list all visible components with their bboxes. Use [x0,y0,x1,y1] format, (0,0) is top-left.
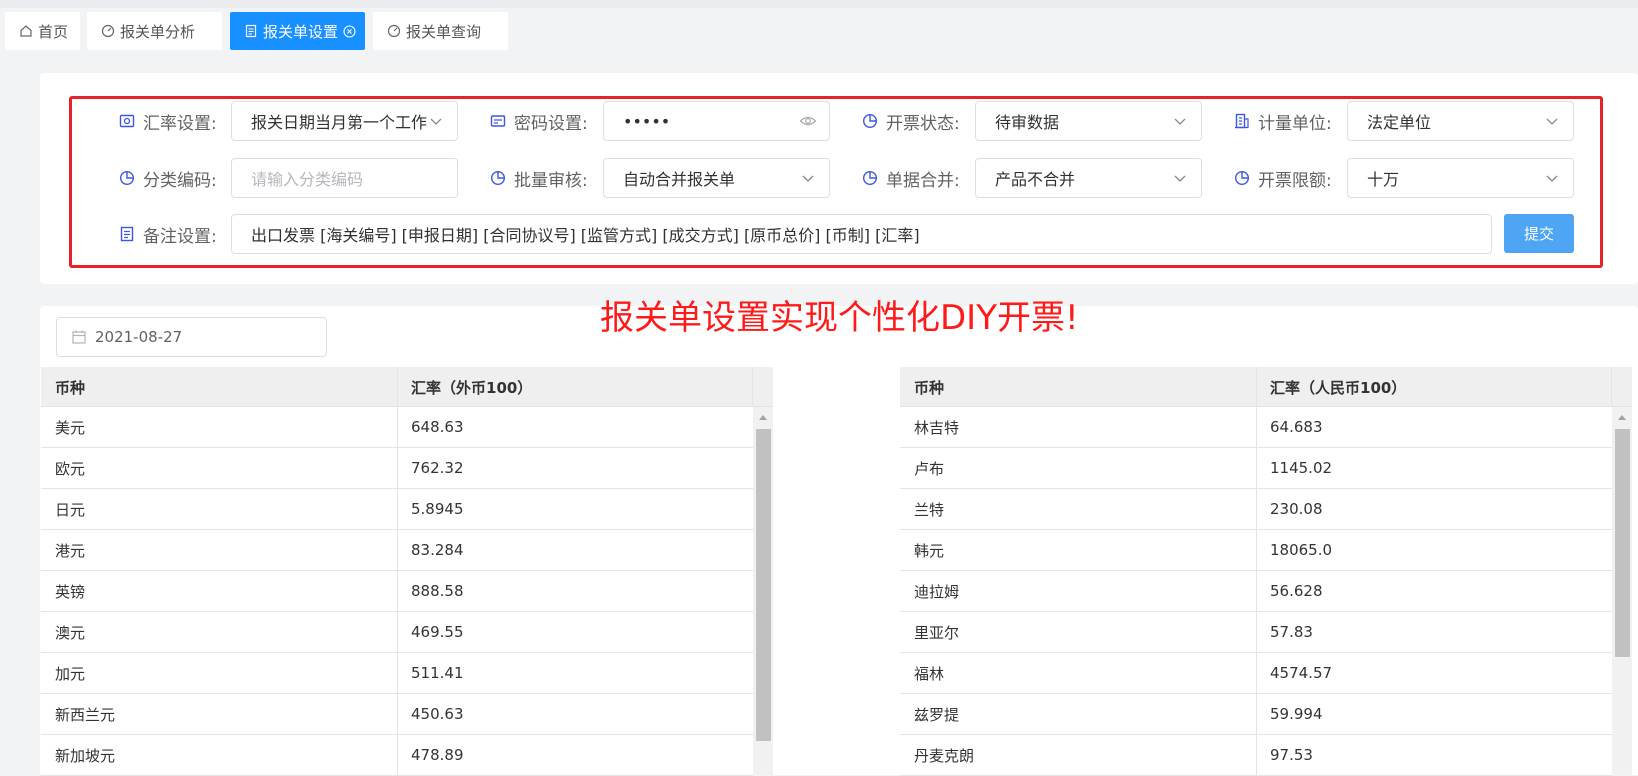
tab-analysis[interactable]: 报关单分析 [87,12,222,50]
merge-label: 单据合并: [862,158,960,198]
table-row[interactable]: 迪拉姆 56.628 [900,571,1612,612]
pie-chart-icon [119,170,135,186]
pie-chart-icon [490,170,506,186]
tab-home[interactable]: 首页 [5,12,80,50]
pie-chart-icon [862,113,878,129]
home-icon [19,24,33,38]
tab-label: 报关单设置 [263,22,339,41]
table-row[interactable]: 林吉特 64.683 [900,407,1612,448]
exchange-icon [119,113,135,129]
column-divider [1256,367,1257,407]
category-code-label: 分类编码: [119,158,217,198]
column-divider [1611,367,1612,407]
table-row[interactable]: 美元 648.63 [41,407,753,448]
tab-settings[interactable]: 报关单设置 [230,12,365,50]
unit-select[interactable]: 法定单位 [1347,101,1574,141]
calendar-icon [71,329,87,345]
column-divider [397,367,398,407]
table-row[interactable]: 日元 5.8945 [41,489,753,530]
batch-review-select[interactable]: 自动合并报关单 [603,158,830,198]
table-row[interactable]: 英镑 888.58 [41,571,753,612]
column-divider [752,367,753,407]
unit-label: 计量单位: [1234,101,1332,141]
eye-icon[interactable] [799,112,817,130]
invoice-limit-label: 开票限额: [1234,158,1332,198]
close-icon[interactable] [343,24,356,38]
table-row[interactable]: 卢布 1145.02 [900,448,1612,489]
password-setting-label: 密码设置: [490,101,588,141]
chevron-down-icon [429,114,443,128]
table-row[interactable]: 丹麦克朗 97.53 [900,735,1612,776]
table-header: 币种 汇率（人民币100） [900,367,1632,407]
scrollbar-thumb[interactable] [1615,429,1630,657]
scroll-up-arrow[interactable] [759,415,767,420]
column-header-rate: 汇率（人民币100） [1270,378,1407,397]
document-icon [244,24,258,38]
dashboard-icon [387,24,401,38]
merge-select[interactable]: 产品不合并 [975,158,1202,198]
pie-chart-icon [862,170,878,186]
table-row[interactable]: 兹罗提 59.994 [900,694,1612,735]
table-header: 币种 汇率（外币100） [41,367,773,407]
table-row[interactable]: 福林 4574.57 [900,653,1612,694]
category-code-input[interactable]: 请输入分类编码 [231,158,458,198]
table-row[interactable]: 新加坡元 478.89 [41,735,753,776]
dashboard-icon [101,24,115,38]
remark-input[interactable]: 出口发票 [海关编号] [申报日期] [合同协议号] [监管方式] [成交方式]… [231,214,1492,254]
chevron-down-icon [1545,171,1559,185]
tab-label: 报关单分析 [120,22,196,41]
table-row[interactable]: 港元 83.284 [41,530,753,571]
scrollbar-thumb[interactable] [756,429,771,741]
tab-label: 报关单查询 [406,22,482,41]
table-row[interactable]: 里亚尔 57.83 [900,612,1612,653]
tab-label: 首页 [38,22,69,41]
table-row[interactable]: 澳元 469.55 [41,612,753,653]
batch-review-label: 批量审核: [490,158,588,198]
invoice-status-select[interactable]: 待审数据 [975,101,1202,141]
card-icon [490,113,506,129]
column-header-rate: 汇率（外币100） [411,378,533,397]
remark-label: 备注设置: [119,214,217,254]
building-icon [1234,113,1250,129]
rate-setting-label: 汇率设置: [119,101,217,141]
password-field[interactable]: ••••• [603,101,830,141]
annotation-text: 报关单设置实现个性化DIY开票! [600,298,1079,338]
table-row[interactable]: 新西兰元 450.63 [41,694,753,735]
chevron-down-icon [1173,171,1187,185]
chevron-down-icon [801,171,815,185]
table-row[interactable]: 兰特 230.08 [900,489,1612,530]
table-row[interactable]: 加元 511.41 [41,653,753,694]
rate-select[interactable]: 报关日期当月第一个工作日 [231,101,458,141]
tab-query[interactable]: 报关单查询 [373,12,508,50]
chevron-down-icon [1545,114,1559,128]
top-strip [0,0,1638,8]
invoice-status-label: 开票状态: [862,101,960,141]
document-icon [119,226,135,242]
column-header-currency: 币种 [914,378,945,397]
table-row[interactable]: 欧元 762.32 [41,448,753,489]
table-row[interactable]: 韩元 18065.0 [900,530,1612,571]
chevron-down-icon [1173,114,1187,128]
submit-button[interactable]: 提交 [1504,214,1574,253]
tab-bar: 首页 报关单分析 报关单设置 报关单查询 [0,8,1638,52]
scroll-up-arrow[interactable] [1618,415,1626,420]
pie-chart-icon [1234,170,1250,186]
invoice-limit-select[interactable]: 十万 [1347,158,1574,198]
column-header-currency: 币种 [55,378,86,397]
date-picker[interactable]: 2021-08-27 [56,317,327,357]
